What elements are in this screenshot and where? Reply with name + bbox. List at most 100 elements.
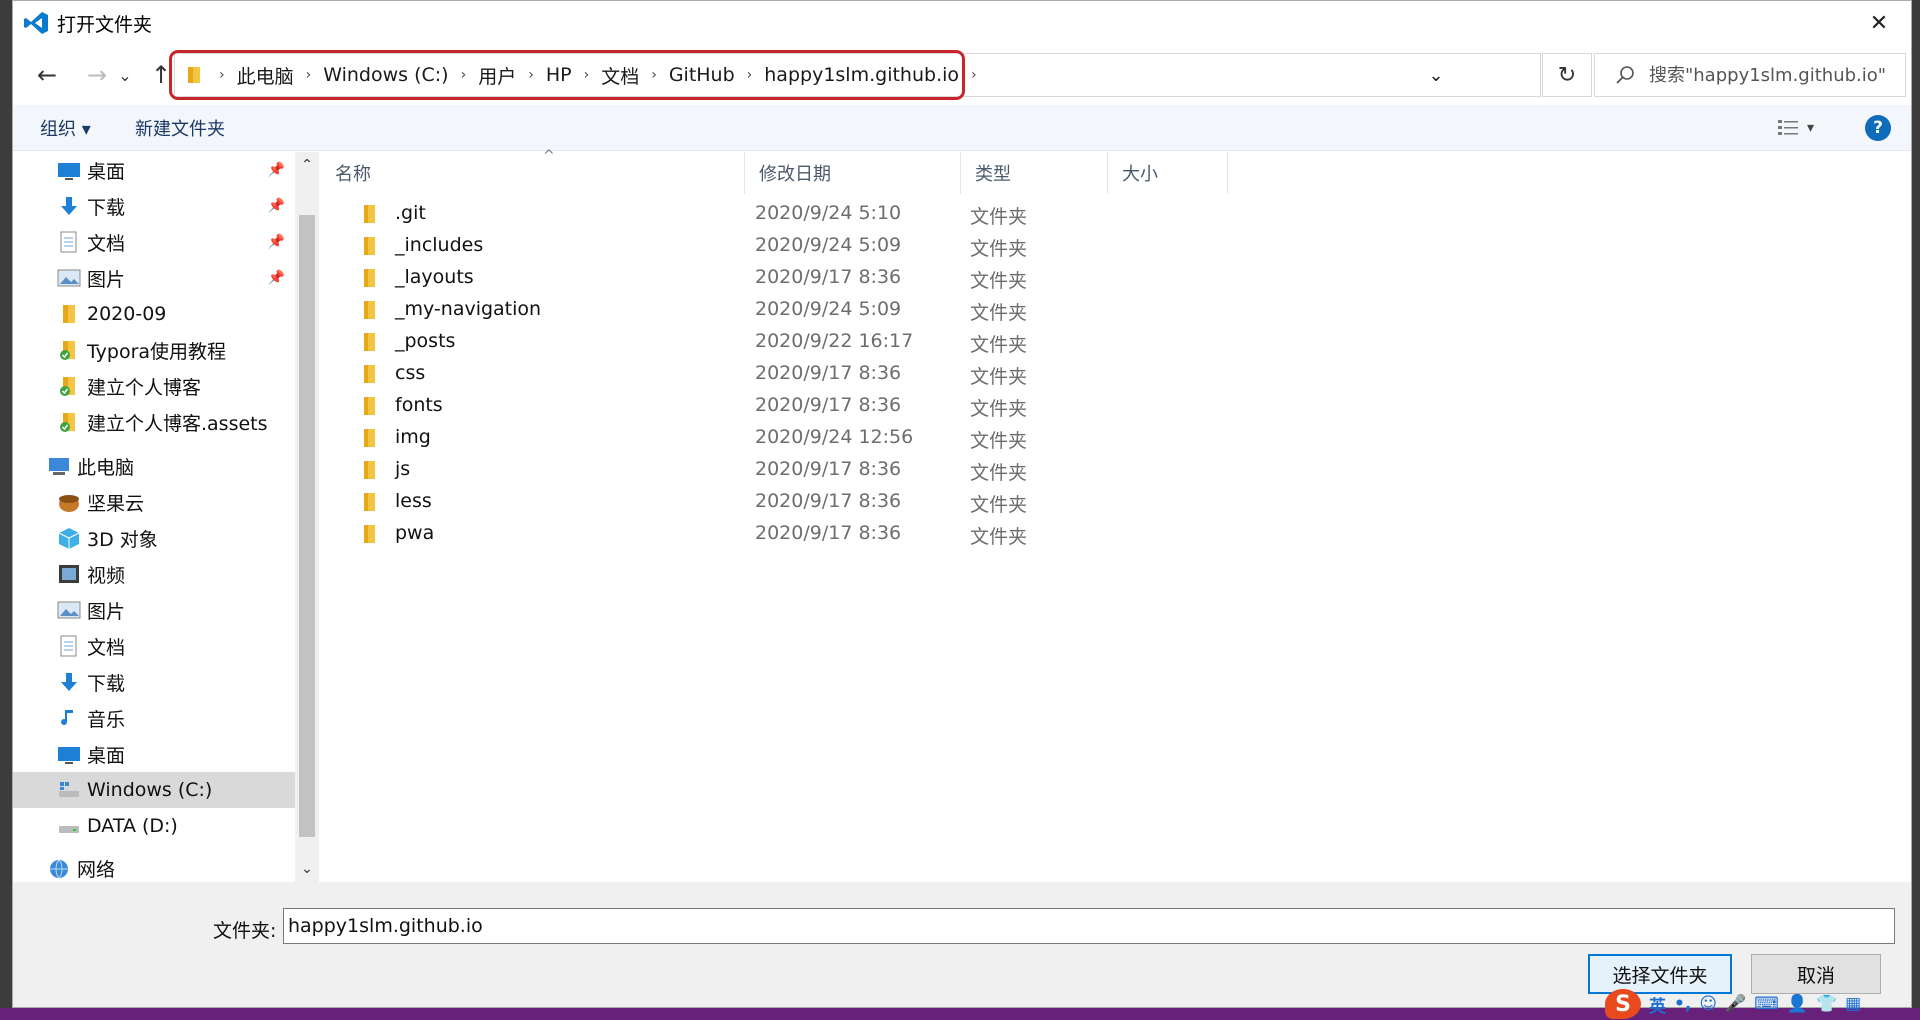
file-row[interactable]: less 2020/9/17 8:36 文件夹 — [321, 486, 1911, 518]
breadcrumb-separator[interactable]: › — [578, 67, 596, 83]
recent-locations-button[interactable]: ⌄ — [113, 57, 137, 93]
title-bar: 打开文件夹 ✕ — [13, 1, 1911, 45]
breadcrumb-separator[interactable]: › — [522, 67, 540, 83]
details-view-icon — [1778, 120, 1798, 135]
scroll-up-icon[interactable]: ⌃ — [295, 154, 319, 176]
breadcrumb-separator[interactable]: › — [300, 67, 318, 83]
file-row[interactable]: fonts 2020/9/17 8:36 文件夹 — [321, 390, 1911, 422]
file-row[interactable]: _layouts 2020/9/17 8:36 文件夹 — [321, 262, 1911, 294]
breadcrumb-this-pc[interactable]: 此电脑 — [231, 62, 300, 89]
nav-item[interactable]: 视频 — [13, 556, 295, 592]
drive-c-icon — [59, 782, 79, 797]
column-header-type[interactable]: 类型 — [961, 152, 1108, 194]
ime-user-icon[interactable]: 👤 — [1787, 994, 1808, 1014]
close-button[interactable]: ✕ — [1847, 1, 1911, 45]
file-type: 文件夹 — [970, 462, 1028, 484]
nav-item-label: 网络 — [77, 858, 116, 881]
file-date: 2020/9/24 12:56 — [755, 426, 914, 448]
breadcrumb-separator[interactable]: › — [741, 67, 759, 83]
breadcrumb-repo[interactable]: happy1slm.github.io — [758, 64, 965, 86]
nav-scroll-thumb[interactable] — [299, 215, 315, 837]
new-folder-button[interactable]: 新建文件夹 — [135, 115, 225, 141]
ime-keyboard-icon[interactable]: ⌨ — [1754, 994, 1779, 1014]
pin-icon[interactable]: 📌 — [268, 234, 285, 250]
help-icon[interactable]: ? — [1865, 115, 1891, 141]
nav-item[interactable]: 下载 📌 — [13, 188, 295, 224]
document-icon — [60, 635, 77, 657]
breadcrumb-windows-c[interactable]: Windows (C:) — [317, 64, 454, 86]
nav-item[interactable]: 坚果云 — [13, 484, 295, 520]
ime-punctuation-toggle[interactable]: •, — [1674, 994, 1691, 1014]
organize-menu[interactable]: 组织 ▾ — [40, 115, 91, 141]
folder-icon — [364, 237, 375, 255]
nav-item[interactable]: 文档 — [13, 628, 295, 664]
nav-item[interactable]: 图片 — [13, 592, 295, 628]
file-row[interactable]: pwa 2020/9/17 8:36 文件夹 — [321, 518, 1911, 550]
nav-item[interactable]: 此电脑 — [13, 448, 295, 484]
file-type: 文件夹 — [970, 366, 1028, 388]
breadcrumb-github[interactable]: GitHub — [663, 64, 741, 86]
column-header-size[interactable]: 大小 — [1108, 152, 1228, 194]
search-box[interactable] — [1594, 53, 1906, 97]
nav-item[interactable]: 音乐 — [13, 700, 295, 736]
nav-item[interactable]: 3D 对象 — [13, 520, 295, 556]
breadcrumb-separator[interactable]: › — [965, 67, 983, 83]
forward-button[interactable]: → — [77, 57, 117, 93]
nav-item[interactable]: DATA (D:) — [13, 808, 295, 844]
file-row[interactable]: img 2020/9/24 12:56 文件夹 — [321, 422, 1911, 454]
nav-item[interactable]: Typora使用教程 — [13, 332, 295, 368]
column-header-name[interactable]: 名称 ^ — [321, 148, 745, 194]
breadcrumb-hp[interactable]: HP — [540, 64, 578, 86]
breadcrumb-separator[interactable]: › — [455, 67, 473, 83]
nutstore-icon — [59, 495, 79, 512]
file-row[interactable]: .git 2020/9/24 5:10 文件夹 — [321, 198, 1911, 230]
address-history-dropdown[interactable]: ⌄ — [1416, 54, 1456, 96]
breadcrumb-separator[interactable]: › — [213, 67, 231, 83]
folder-name-input[interactable] — [283, 908, 1895, 944]
ime-emoji-icon[interactable]: ☺ — [1699, 994, 1717, 1014]
pin-icon[interactable]: 📌 — [268, 162, 285, 178]
folder-icon — [188, 67, 200, 83]
nav-item[interactable]: 建立个人博客.assets — [13, 404, 295, 440]
nav-item[interactable]: 下载 — [13, 664, 295, 700]
nav-item[interactable]: 图片 📌 — [13, 260, 295, 296]
sogou-logo-icon[interactable]: S — [1605, 989, 1641, 1019]
file-date: 2020/9/24 5:10 — [755, 202, 902, 224]
ime-skin-icon[interactable]: 👕 — [1816, 994, 1837, 1014]
view-options-button[interactable]: ▾ — [1777, 115, 1821, 141]
column-header-date[interactable]: 修改日期 — [745, 152, 961, 194]
command-bar: 组织 ▾ 新建文件夹 ▾ ? — [13, 105, 1911, 151]
breadcrumb-separator[interactable]: › — [645, 67, 663, 83]
nav-item[interactable]: 桌面 — [13, 736, 295, 772]
back-button[interactable]: ← — [27, 57, 67, 93]
file-row[interactable]: _my-navigation 2020/9/24 5:09 文件夹 — [321, 294, 1911, 326]
music-icon — [61, 710, 73, 726]
breadcrumb-documents[interactable]: 文档 — [595, 62, 645, 89]
pin-icon[interactable]: 📌 — [268, 270, 285, 286]
file-row[interactable]: css 2020/9/17 8:36 文件夹 — [321, 358, 1911, 390]
file-type: 文件夹 — [970, 430, 1028, 452]
nav-item[interactable]: 文档 📌 — [13, 224, 295, 260]
nav-item[interactable]: Windows (C:) — [13, 772, 295, 808]
nav-item[interactable]: 网络 — [13, 850, 295, 882]
file-name: fonts — [395, 394, 443, 416]
nav-item[interactable]: 桌面 📌 — [13, 152, 295, 188]
nav-item[interactable]: 建立个人博客 — [13, 368, 295, 404]
ime-language-toggle[interactable]: 英 — [1649, 992, 1666, 1017]
nav-item-label: 坚果云 — [87, 492, 145, 515]
file-row[interactable]: _includes 2020/9/24 5:09 文件夹 — [321, 230, 1911, 262]
ime-menu-icon[interactable]: ▦ — [1845, 994, 1861, 1014]
nav-scrollbar[interactable]: ⌃ ⌄ — [295, 152, 319, 882]
ime-mic-icon[interactable]: 🎤 — [1725, 994, 1746, 1014]
refresh-button[interactable]: ↻ — [1542, 53, 1592, 97]
search-input[interactable] — [1649, 64, 1889, 86]
address-bar[interactable]: › 此电脑 › Windows (C:) › 用户 › HP › 文档 › Gi… — [174, 53, 1541, 97]
file-row[interactable]: js 2020/9/17 8:36 文件夹 — [321, 454, 1911, 486]
file-date: 2020/9/24 5:09 — [755, 298, 902, 320]
breadcrumb-users[interactable]: 用户 — [472, 62, 522, 89]
search-icon — [1616, 66, 1634, 84]
nav-item[interactable]: 2020-09 — [13, 296, 295, 332]
pin-icon[interactable]: 📌 — [268, 198, 285, 214]
scroll-down-icon[interactable]: ⌄ — [295, 858, 319, 880]
file-row[interactable]: _posts 2020/9/22 16:17 文件夹 — [321, 326, 1911, 358]
